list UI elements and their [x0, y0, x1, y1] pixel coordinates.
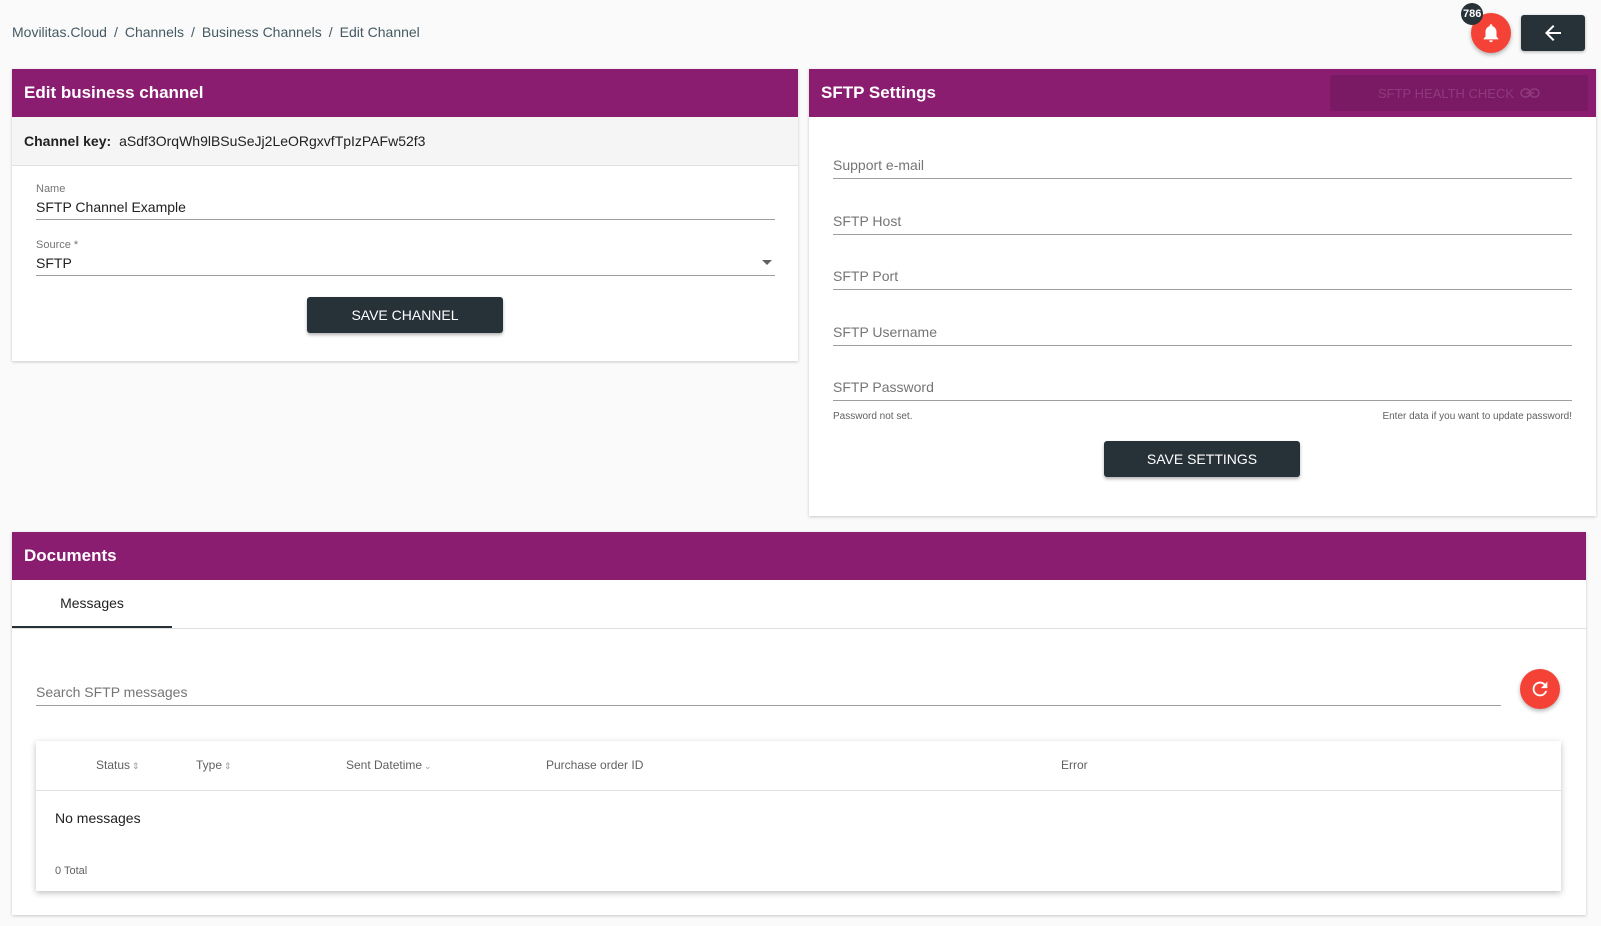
sftp-health-check-label: SFTP HEALTH CHECK	[1377, 85, 1515, 101]
column-error: Error	[1061, 758, 1088, 772]
column-error-label: Error	[1061, 758, 1088, 772]
save-settings-button[interactable]: SAVE SETTINGS	[1104, 441, 1300, 477]
breadcrumb-separator: /	[113, 24, 118, 40]
refresh-icon	[1532, 681, 1548, 697]
column-purchase-order-id: Purchase order ID	[546, 758, 643, 772]
column-purchase-order-id-label: Purchase order ID	[546, 758, 644, 772]
edit-channel-header: Edit business channel	[12, 69, 798, 117]
messages-table: Status ⇕ Type ⇕ Sent Datetime ⌄ Purchase or…	[36, 741, 1561, 891]
sftp-settings-title: SFTP Settings	[821, 83, 936, 102]
column-sent-datetime[interactable]: Sent Datetime ⌄	[346, 758, 432, 772]
sftp-port-input[interactable]: SFTP Port	[833, 268, 1572, 290]
breadcrumb-item-channels[interactable]: Channels	[125, 24, 184, 40]
source-value[interactable]: SFTP	[36, 255, 775, 275]
documents-tabs: Messages	[12, 580, 1586, 629]
documents-header: Documents	[12, 532, 1586, 580]
sftp-settings-card: SFTP Settings SFTP HEALTH CHECK Support …	[809, 69, 1596, 516]
edit-channel-card: Edit business channel Channel key: aSdf3…	[12, 69, 798, 361]
password-hint-left: Password not set.	[833, 411, 913, 422]
column-status[interactable]: Status ⇕	[96, 758, 140, 772]
name-field[interactable]: Name SFTP Channel Example	[36, 183, 775, 220]
bell-icon	[1483, 24, 1499, 43]
name-input[interactable]: SFTP Channel Example	[36, 199, 775, 219]
sort-icon: ⇕	[224, 761, 232, 771]
search-messages-input[interactable]: Search SFTP messages	[36, 684, 1501, 706]
support-email-input[interactable]: Support e-mail	[833, 157, 1572, 179]
sftp-password-input[interactable]: SFTP Password	[833, 379, 1572, 401]
sort-desc-icon: ⌄	[424, 761, 432, 771]
tab-messages[interactable]: Messages	[12, 580, 172, 628]
table-header: Status ⇕ Type ⇕ Sent Datetime ⌄ Purchase or…	[36, 741, 1561, 791]
breadcrumb-item-movilitas[interactable]: Movilitas.Cloud	[12, 24, 107, 40]
total-count: 0 Total	[55, 865, 88, 877]
sftp-username-input[interactable]: SFTP Username	[833, 324, 1572, 346]
back-button[interactable]	[1521, 15, 1585, 51]
column-type[interactable]: Type ⇕	[196, 758, 232, 772]
breadcrumb-separator: /	[190, 24, 195, 40]
sftp-health-check-button[interactable]: SFTP HEALTH CHECK	[1330, 75, 1588, 111]
source-select[interactable]: Source * SFTP	[36, 239, 775, 276]
password-hint-right: Enter data if you want to update passwor…	[1382, 411, 1572, 422]
breadcrumb-separator: /	[328, 24, 333, 40]
breadcrumb-item-business-channels[interactable]: Business Channels	[202, 24, 322, 40]
refresh-button[interactable]	[1520, 669, 1560, 709]
column-sent-datetime-label: Sent Datetime	[346, 758, 423, 772]
channel-key-value: aSdf3OrqWh9lBSuSeJj2LeORgxvfTpIzPAFw52f3	[119, 133, 426, 149]
documents-card: Documents Messages Search SFTP messages …	[12, 532, 1586, 915]
dropdown-arrow-icon[interactable]	[761, 259, 773, 267]
sftp-settings-header: SFTP Settings SFTP HEALTH CHECK	[809, 69, 1596, 117]
sort-icon: ⇕	[132, 761, 140, 771]
breadcrumb-item-edit-channel: Edit Channel	[339, 24, 420, 40]
column-type-label: Type	[196, 758, 223, 772]
empty-state-text: No messages	[55, 810, 141, 826]
link-icon	[1520, 88, 1540, 98]
breadcrumb: Movilitas.Cloud / Channels / Business Channe…	[12, 24, 420, 40]
source-label: Source *	[36, 239, 79, 251]
channel-key-label: Channel key:	[24, 133, 112, 149]
column-status-label: Status	[96, 758, 131, 772]
arrow-left-icon	[1545, 25, 1561, 41]
sftp-host-input[interactable]: SFTP Host	[833, 213, 1572, 235]
save-channel-button[interactable]: SAVE CHANNEL	[307, 297, 503, 333]
name-label: Name	[36, 183, 66, 195]
channel-key-row: Channel key: aSdf3OrqWh9lBSuSeJj2LeORgxv…	[12, 117, 798, 166]
